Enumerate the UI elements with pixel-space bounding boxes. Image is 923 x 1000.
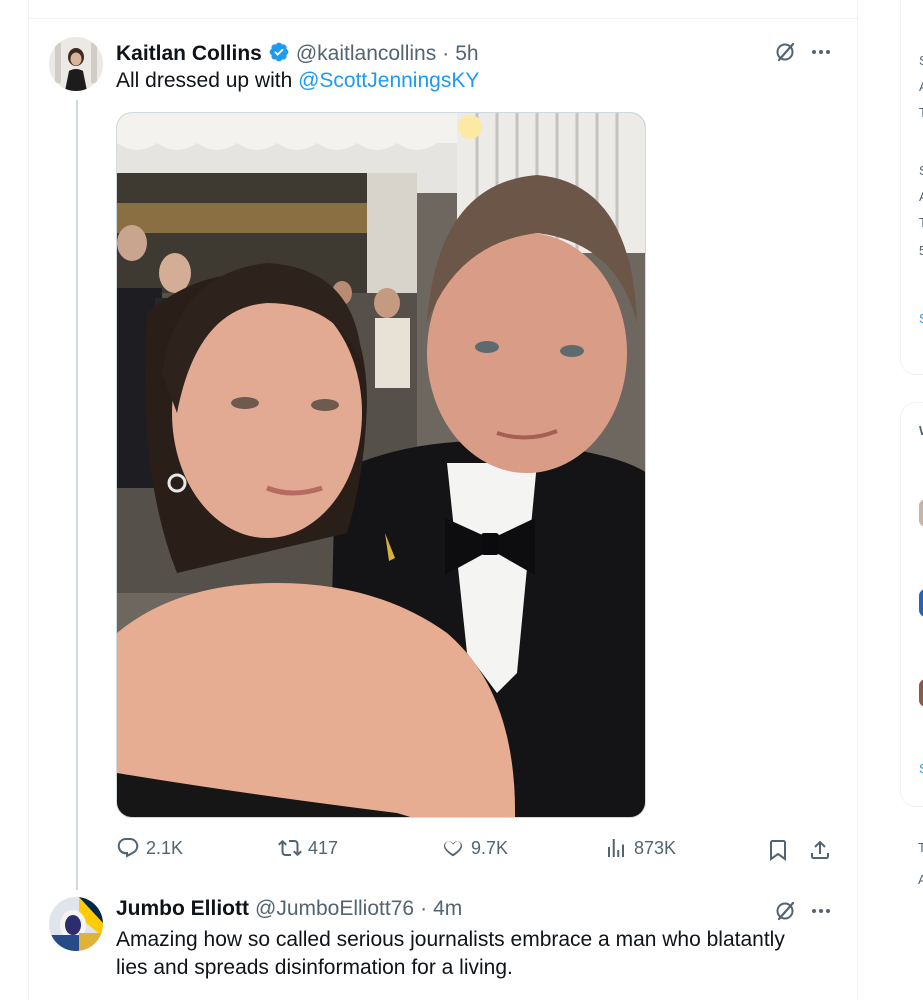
reply-icon [117,838,139,858]
right-sidebar: S A T S A T 5 S W S T A [900,0,923,1000]
trend-text-fragment: 5 [919,243,923,258]
trends-card: S A T S A T 5 S [900,0,923,375]
avatar[interactable] [919,499,923,527]
tweet-text-body: All dressed up with [116,69,299,92]
author-name[interactable]: Jumbo Elliott [116,897,249,921]
avatar[interactable] [919,589,923,617]
like-count: 9.7K [471,837,509,858]
trend-text-fragment: A [919,79,923,94]
views-count: 873K [634,837,677,858]
share-icon[interactable] [808,838,832,862]
timestamp[interactable]: 4m [433,897,462,921]
footer-text-fragment: A [918,872,923,887]
repost-button[interactable]: 417 [278,836,338,860]
tweet-photo[interactable] [116,112,646,818]
avatar[interactable] [919,679,923,707]
reply-button[interactable]: 2.1K [116,836,183,860]
card-title-fragment: W [919,423,923,438]
separator-dot: · [420,897,428,920]
tweet-header: Kaitlan Collins @kaitlancollins · 5h [116,38,479,66]
verified-badge-icon [268,41,290,63]
timestamp[interactable]: 5h [455,42,478,66]
repost-count: 417 [308,837,339,858]
trend-text-fragment: A [919,189,923,204]
views-button[interactable]: 873K [604,836,676,860]
like-button[interactable]: 9.7K [441,836,508,860]
thread-connector-line [76,100,78,890]
photo-image [117,113,645,817]
who-to-follow-card: W S [900,402,923,807]
author-handle[interactable]: @JumboElliott76 [255,897,414,921]
repost-icon [278,839,302,857]
author-name[interactable]: Kaitlan Collins [116,42,262,66]
more-icon[interactable] [808,899,834,923]
avatar[interactable] [49,897,103,951]
reply-text: Amazing how so called serious journalist… [116,928,785,979]
trend-text-fragment: S [919,53,923,68]
avatar[interactable] [49,37,103,91]
trend-text-fragment: T [919,105,923,120]
reply-header: Jumbo Elliott @JumboElliott76 · 4m [116,897,462,921]
show-more-link[interactable]: S [919,311,923,326]
views-icon [608,839,624,857]
divider [29,18,859,19]
grok-icon[interactable] [774,899,798,923]
footer-text-fragment: T [918,840,923,855]
reply-count: 2.1K [146,837,184,858]
separator-dot: · [442,42,450,65]
mention-link[interactable]: @ScottJenningsKY [298,69,479,92]
trend-text-fragment: T [919,215,923,230]
trend-text-fragment: S [919,163,923,178]
show-more-link[interactable]: S [919,761,923,776]
heart-icon [443,841,463,857]
bookmark-icon[interactable] [766,838,790,862]
author-handle[interactable]: @kaitlancollins [296,42,436,66]
more-icon[interactable] [808,40,834,64]
tweet-text: All dressed up with @ScottJenningsKY [116,67,479,95]
grok-icon[interactable] [774,40,798,64]
